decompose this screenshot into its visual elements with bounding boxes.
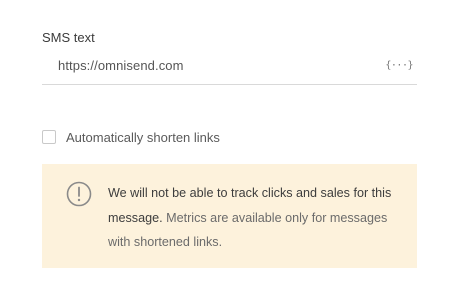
shorten-links-label: Automatically shorten links (66, 129, 220, 145)
shorten-links-checkbox[interactable] (42, 130, 56, 144)
exclamation-circle-icon (66, 181, 92, 207)
tracking-warning-banner: We will not be able to track clicks and … (42, 164, 417, 268)
sms-text-label: SMS text (42, 30, 95, 45)
merge-tag-button[interactable]: {···} (385, 60, 413, 71)
sms-text-value[interactable]: https://omnisend.com (58, 58, 184, 73)
warning-message: We will not be able to track clicks and … (108, 181, 398, 255)
shorten-links-option[interactable]: Automatically shorten links (42, 128, 220, 146)
sms-text-field[interactable]: https://omnisend.com {···} (42, 52, 417, 85)
